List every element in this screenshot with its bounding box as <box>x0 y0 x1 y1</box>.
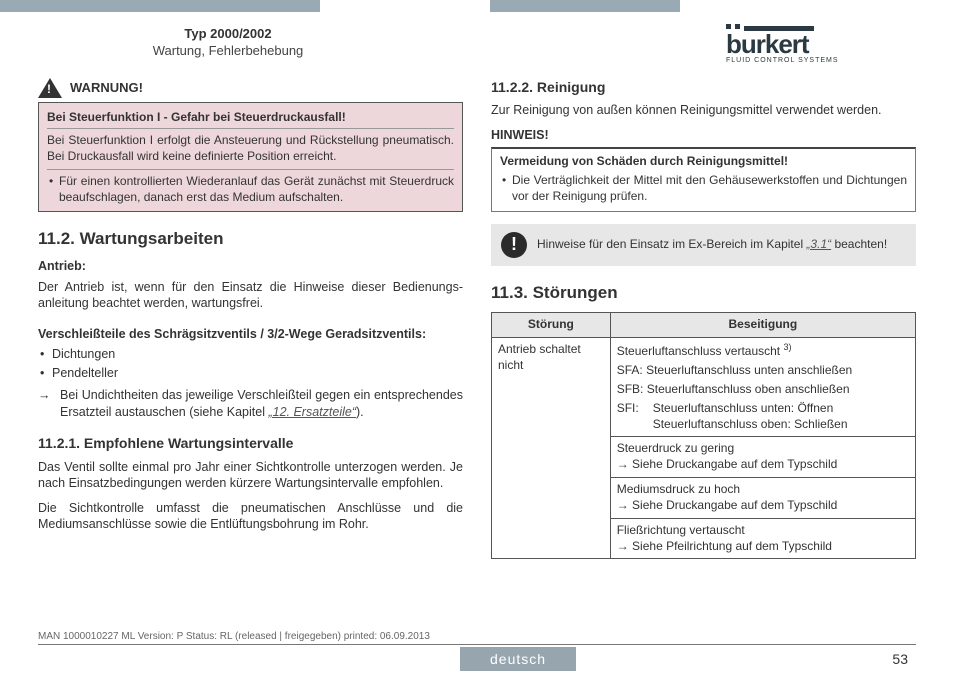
info-box: ! Hinweise für den Einsatz im Ex-Bereich… <box>491 224 916 266</box>
footer-meta: MAN 1000010227 ML Version: P Status: RL … <box>0 631 954 642</box>
list-item: Pendelteller <box>38 365 463 382</box>
language-tab: deutsch <box>460 647 576 671</box>
warning-box: Bei Steuerfunktion I - Gefahr bei Steuer… <box>38 102 463 212</box>
fix-cell: Fließrichtung vertauscht→ Siehe Pfeilric… <box>610 518 915 559</box>
arrow-note: Bei Undichtheiten das jeweilige Verschle… <box>38 387 463 420</box>
hinweis-box: Vermeidung von Schäden durch Reinigungsm… <box>491 147 916 211</box>
brand-tagline: FLUID CONTROL SYSTEMS <box>726 57 916 64</box>
page-number: 53 <box>892 651 908 667</box>
doc-type: Typ 2000/2002 <box>78 26 378 41</box>
right-column: 11.2.2. Reinigung Zur Reinigung von auße… <box>491 78 916 559</box>
hinweis-label: HINWEIS! <box>491 127 916 144</box>
antrieb-text: Der Antrieb ist, wenn für den Einsatz di… <box>38 279 463 312</box>
warning-bullet: Für einen kontrollierten Wiederanlauf da… <box>47 173 454 205</box>
heading-11-3: 11.3. Störungen <box>491 282 916 304</box>
brand-name: burkert <box>726 33 916 55</box>
col-beseitigung: Beseitigung <box>610 313 915 338</box>
link-ersatzteile[interactable]: „12. Ersatzteile“ <box>268 405 356 419</box>
maint-interval-p2: Die Sichtkontrolle umfasst die pneumatis… <box>38 500 463 533</box>
page-footer: MAN 1000010227 ML Version: P Status: RL … <box>0 631 954 673</box>
page: Typ 2000/2002 Wartung, Fehlerbehebung bu… <box>0 0 954 673</box>
doc-section: Wartung, Fehlerbehebung <box>78 43 378 58</box>
brand-logo: burkert FLUID CONTROL SYSTEMS <box>726 24 916 64</box>
left-column: WARNUNG! Bei Steuerfunktion I - Gefahr b… <box>38 78 463 559</box>
warning-title: Bei Steuerfunktion I - Gefahr bei Steuer… <box>47 109 454 129</box>
antrieb-label: Antrieb: <box>38 258 463 275</box>
heading-11-2-2: 11.2.2. Reinigung <box>491 78 916 96</box>
table-row: Antrieb schaltet nicht Steuerluftanschlu… <box>492 338 916 437</box>
warning-label: WARNUNG! <box>70 79 143 96</box>
cleaning-text: Zur Reinigung von außen können Reinigung… <box>491 102 916 119</box>
top-accent-bars <box>0 0 954 12</box>
verschleiss-label: Verschleißteile des Schrägsitzventils / … <box>38 326 463 343</box>
heading-11-2: 11.2. Wartungsarbeiten <box>38 228 463 250</box>
col-stoerung: Störung <box>492 313 611 338</box>
fix-cell: Steuerdruck zu gering→ Siehe Druckangabe… <box>610 437 915 478</box>
link-3-1[interactable]: „3.1“ <box>806 237 831 251</box>
warning-body: Bei Steuerfunktion I erfolgt die Ansteue… <box>47 133 454 163</box>
warning-icon <box>38 78 62 98</box>
hinweis-title: Vermeidung von Schäden durch Reinigungsm… <box>500 154 907 170</box>
hinweis-bullet: Die Verträglichkeit der Mittel mit den G… <box>500 173 907 205</box>
heading-11-2-1: 11.2.1. Empfohlene Wartungsintervalle <box>38 434 463 452</box>
list-item: Dichtungen <box>38 346 463 363</box>
fault-cell: Antrieb schaltet nicht <box>492 338 611 559</box>
maint-interval-p1: Das Ventil sollte einmal pro Jahr einer … <box>38 459 463 492</box>
fix-cell: Steuerluftanschluss vertauscht 3) SFA: S… <box>610 338 915 437</box>
fix-cell: Mediumsdruck zu hoch→ Siehe Druckangabe … <box>610 478 915 519</box>
faults-table: Störung Beseitigung Antrieb schaltet nic… <box>491 312 916 559</box>
info-icon: ! <box>501 232 527 258</box>
